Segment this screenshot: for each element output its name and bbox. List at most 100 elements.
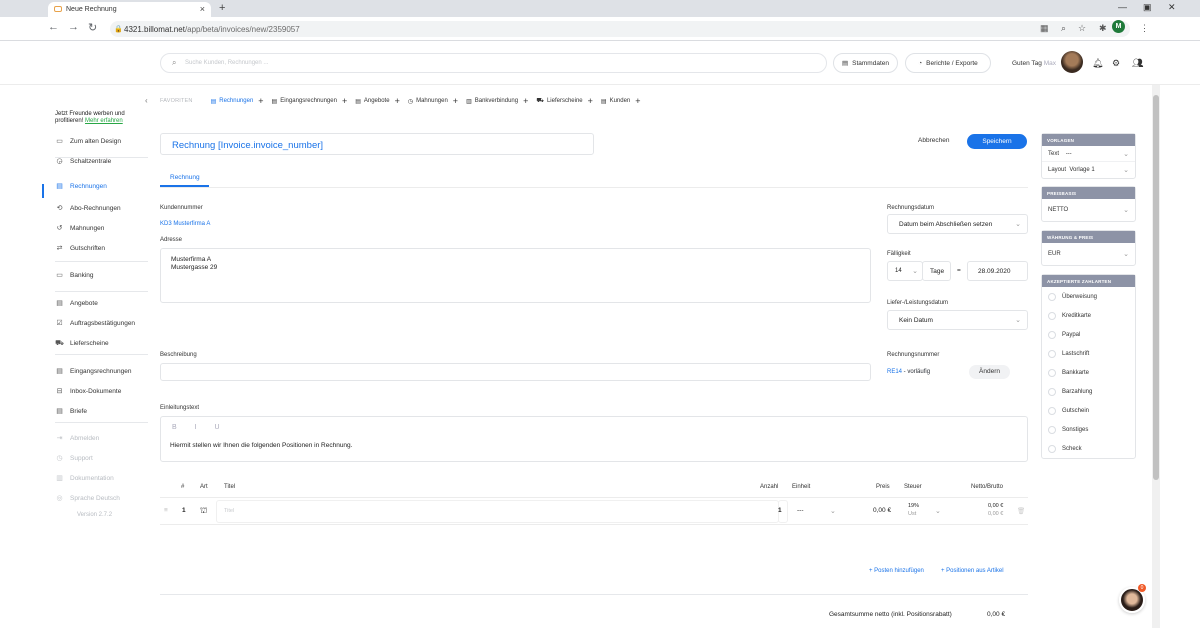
invoice-number-code[interactable]: RE14 <box>887 369 902 375</box>
invoice-title-field[interactable]: Rechnung [Invoice.invoice_number] <box>160 133 594 155</box>
sidebar-item[interactable]: ◷ Support <box>55 452 92 464</box>
favorite-item[interactable]: ⛟ Lieferscheine <box>536 97 582 105</box>
radio-icon[interactable] <box>1048 425 1056 434</box>
due-days-select[interactable]: 14 ⌄ <box>887 261 923 281</box>
due-date-field[interactable]: 28.09.2020 <box>967 261 1028 281</box>
text-template-select[interactable]: Text --- ⌄ <box>1042 146 1135 162</box>
stammdaten-button[interactable]: ▤ Stammdaten <box>833 53 898 73</box>
close-window-icon[interactable]: ✕ <box>1168 2 1176 13</box>
add-favorite-icon[interactable]: + <box>588 96 593 106</box>
bell-icon[interactable]: 🔔︎ <box>1092 58 1103 69</box>
browser-profile-avatar[interactable]: M <box>1112 20 1125 33</box>
address-bar[interactable]: 🔒 4321.billomat.net/app/beta/invoices/ne… <box>110 21 1130 37</box>
scrollbar-thumb[interactable] <box>1153 95 1159 480</box>
translate-icon[interactable]: ▦ <box>1040 23 1049 34</box>
trash-icon[interactable]: 🗑︎ <box>1017 507 1025 515</box>
radio-icon[interactable] <box>1048 330 1056 339</box>
minimize-icon[interactable]: — <box>1118 2 1127 12</box>
radio-icon[interactable] <box>1048 311 1056 320</box>
position-price[interactable]: 0,00 € <box>873 507 891 514</box>
radio-icon[interactable] <box>1048 444 1056 453</box>
intro-editor[interactable] <box>160 416 1028 462</box>
payment-method-option[interactable]: Bankkarte <box>1042 363 1135 382</box>
new-tab-button[interactable]: + <box>219 2 225 14</box>
position-tax-rate[interactable]: 19% <box>908 503 919 509</box>
sidebar-item[interactable]: ⛟ Lieferscheine <box>55 337 109 349</box>
tab-rechnung[interactable]: Rechnung <box>170 174 200 181</box>
address-field[interactable]: Musterfirma A Mustergasse 29 <box>160 248 871 303</box>
maximize-icon[interactable]: ▣ <box>1143 2 1152 13</box>
favorite-item[interactable]: ▥ Bankverbindung <box>466 98 518 105</box>
favorite-item[interactable]: ▤ Eingangsrechnungen <box>272 98 337 105</box>
sidebar-item[interactable]: ▥ Dokumentation <box>55 472 114 484</box>
bookmark-star-icon[interactable]: ☆ <box>1078 23 1086 34</box>
radio-icon[interactable] <box>1048 368 1056 377</box>
preisbasis-select[interactable]: NETTO ⌄ <box>1042 199 1135 221</box>
layout-template-select[interactable]: Layout Vorlage 1 ⌄ <box>1042 162 1135 178</box>
due-unit-select[interactable]: Tage <box>922 261 951 281</box>
sidebar-item[interactable]: ◎ Sprache Deutsch <box>55 492 119 504</box>
sidebar-item[interactable]: ▤ Eingangsrechnungen <box>55 365 131 377</box>
sidebar-item[interactable]: ☑ Auftragsbestätigungen <box>55 317 135 329</box>
browser-tab[interactable]: Neue Rechnung × <box>48 2 211 17</box>
add-favorite-icon[interactable]: + <box>635 96 640 106</box>
payment-method-option[interactable]: Paypal <box>1042 325 1135 344</box>
sidebar-item[interactable]: ⇥ Abmelden <box>55 432 100 444</box>
sidebar-item[interactable]: ⇄ Gutschriften <box>55 242 105 254</box>
change-number-button[interactable]: Ändern <box>969 365 1010 379</box>
sidebar-item[interactable]: ▤ Briefe <box>55 405 87 417</box>
promo-link[interactable]: Mehr erfahren <box>85 118 123 124</box>
invoice-date-select[interactable]: Datum beim Abschließen setzen ⌄ <box>887 214 1028 234</box>
payment-method-option[interactable]: Kreditkarte <box>1042 306 1135 325</box>
add-favorite-icon[interactable]: + <box>523 96 528 106</box>
zoom-icon[interactable]: ⌕ <box>1061 23 1066 34</box>
users-icon[interactable]: 👥︎ <box>1132 58 1143 69</box>
reports-button[interactable]: ◔ Berichte / Exporte <box>905 53 991 73</box>
sidebar-item[interactable]: ▭ Banking <box>55 269 93 281</box>
customer-number-link[interactable]: KD3 Musterfirma A <box>160 221 210 227</box>
position-unit[interactable]: --- <box>797 507 804 514</box>
description-field[interactable] <box>160 363 871 381</box>
add-favorite-icon[interactable]: + <box>258 96 263 106</box>
radio-icon[interactable] <box>1048 349 1056 358</box>
browser-menu-icon[interactable]: ⋮ <box>1140 23 1149 34</box>
favorite-item[interactable]: ▤ Rechnungen <box>211 98 254 105</box>
forward-icon[interactable]: → <box>68 21 79 33</box>
sidebar-item[interactable]: ▭ Zum alten Design <box>55 135 121 147</box>
favorite-item[interactable]: ▤ Angebote <box>355 98 389 105</box>
close-tab-icon[interactable]: × <box>200 4 205 14</box>
payment-method-option[interactable]: Barzahlung <box>1042 382 1135 401</box>
add-favorite-icon[interactable]: + <box>453 96 458 106</box>
global-search[interactable]: ⌕ Suche Kunden, Rechnungen ... <box>160 53 827 73</box>
collapse-sidebar-icon[interactable]: ‹ <box>145 96 148 105</box>
add-position-button[interactable]: + Posten hinzufügen <box>869 568 924 574</box>
sidebar-item[interactable]: ▤ Rechnungen <box>55 180 107 192</box>
delivery-date-select[interactable]: Kein Datum ⌄ <box>887 310 1028 330</box>
editor-toolbar[interactable]: B I U <box>172 424 228 431</box>
favorite-item[interactable]: ▤ Kunden <box>601 98 630 105</box>
sidebar-item[interactable]: ↺ Mahnungen <box>55 222 105 234</box>
user-avatar[interactable] <box>1061 51 1083 73</box>
payment-method-option[interactable]: Sonstiges <box>1042 420 1135 439</box>
sidebar-item[interactable]: ⟲ Abo-Rechnungen <box>55 202 121 214</box>
drag-handle-icon[interactable]: ≡ <box>164 507 168 514</box>
back-icon[interactable]: ← <box>48 21 59 33</box>
radio-icon[interactable] <box>1048 406 1056 415</box>
currency-select[interactable]: EUR ⌄ <box>1042 243 1135 265</box>
cancel-button[interactable]: Abbrechen <box>918 137 949 144</box>
extensions-icon[interactable]: ✱ <box>1099 23 1107 34</box>
reload-icon[interactable]: ↻ <box>88 21 97 34</box>
add-favorite-icon[interactable]: + <box>342 96 347 106</box>
save-button[interactable]: Speichern <box>967 134 1027 149</box>
payment-method-option[interactable]: Überweisung <box>1042 287 1135 306</box>
add-favorite-icon[interactable]: + <box>395 96 400 106</box>
favorite-item[interactable]: ◷ Mahnungen <box>408 98 448 105</box>
gear-icon[interactable]: ⚙ <box>1112 58 1120 69</box>
article-type-icon[interactable]: ⛫ <box>200 506 207 516</box>
sidebar-item[interactable]: ⊟ Inbox-Dokumente <box>55 385 122 397</box>
radio-icon[interactable] <box>1048 292 1056 301</box>
radio-icon[interactable] <box>1048 387 1056 396</box>
payment-method-option[interactable]: Scheck <box>1042 439 1135 458</box>
sidebar-item[interactable]: ▤ Angebote <box>55 297 98 309</box>
payment-method-option[interactable]: Gutschein <box>1042 401 1135 420</box>
